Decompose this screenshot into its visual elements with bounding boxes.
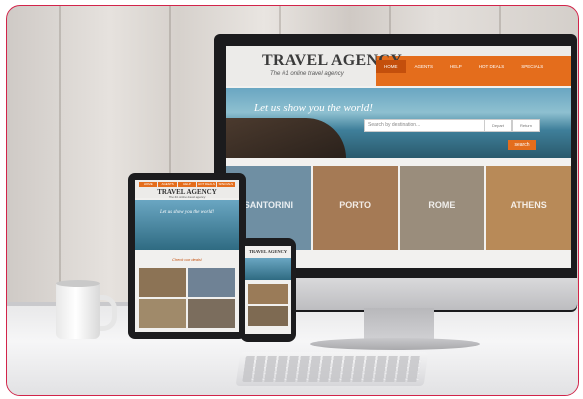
tile-label: PORTO (339, 200, 372, 210)
tile-rome[interactable]: ROME (399, 166, 485, 250)
tablet-nav-help[interactable]: HELP (177, 182, 197, 187)
phone-screen: TRAVEL AGENCY (245, 246, 291, 334)
tablet-hero (135, 200, 239, 250)
main-nav: HOME AGENTS HELP HOT DEALS SPECIALS (376, 60, 552, 73)
tablet-nav-home[interactable]: HOME (139, 182, 158, 187)
depart-select[interactable]: Depart (484, 119, 512, 132)
nav-agents[interactable]: AGENTS (406, 60, 442, 73)
tile-porto[interactable]: PORTO (312, 166, 398, 250)
tile-athens[interactable]: ATHENS (486, 166, 571, 250)
mug-rim (56, 280, 100, 287)
phone-logo[interactable]: TRAVEL AGENCY (245, 249, 291, 254)
tablet-hero-headline: Let us show you the world! (159, 210, 215, 215)
tablet-screen: HOME AGENTS HELP HOT DEALS SPECIALS TRAV… (135, 180, 239, 332)
site-header: TRAVEL AGENCY The #1 online travel agenc… (226, 46, 571, 86)
tablet-deal-tile[interactable] (188, 268, 235, 297)
tablet-nav-agents[interactable]: AGENTS (158, 182, 177, 187)
monitor-stand-base (310, 338, 480, 350)
keyboard-keys (242, 356, 422, 382)
tablet-section-title: Check our deals! (171, 257, 202, 262)
hero-headline: Let us show you the world! (254, 102, 373, 114)
tablet-header: HOME AGENTS HELP HOT DEALS SPECIALS TRAV… (135, 180, 239, 199)
nav-home[interactable]: HOME (376, 60, 406, 73)
phone-deal-tile[interactable] (248, 284, 288, 304)
coffee-mug (56, 283, 100, 339)
phone-deal-tile[interactable] (248, 306, 288, 326)
phone-hero (245, 258, 291, 280)
tile-label: ROME (428, 200, 456, 210)
hero-rocks (226, 118, 346, 158)
nav-hot-deals[interactable]: HOT DEALS (470, 60, 513, 73)
return-select[interactable]: Return (512, 119, 540, 132)
tablet-deal-tile[interactable] (139, 299, 186, 328)
nav-specials[interactable]: SPECIALS (513, 60, 552, 73)
search-input[interactable]: Search by destination... (364, 119, 487, 132)
tablet-deal-tile[interactable] (188, 299, 235, 328)
tile-label: ATHENS (510, 200, 547, 210)
tablet-nav: HOME AGENTS HELP HOT DEALS SPECIALS (139, 182, 236, 187)
tablet-tagline: The #1 online travel agency (168, 195, 206, 199)
site-tagline: The #1 online travel agency (270, 71, 344, 77)
tablet-deal-grid (139, 268, 235, 328)
tablet-nav-specials[interactable]: SPECIALS (216, 182, 236, 187)
tablet-deal-tile[interactable] (139, 268, 186, 297)
search-button[interactable]: search (508, 140, 536, 150)
monitor-screen: TRAVEL AGENCY The #1 online travel agenc… (226, 46, 571, 268)
nav-help[interactable]: HELP (442, 60, 470, 73)
tablet-nav-hot-deals[interactable]: HOT DEALS (197, 182, 216, 187)
